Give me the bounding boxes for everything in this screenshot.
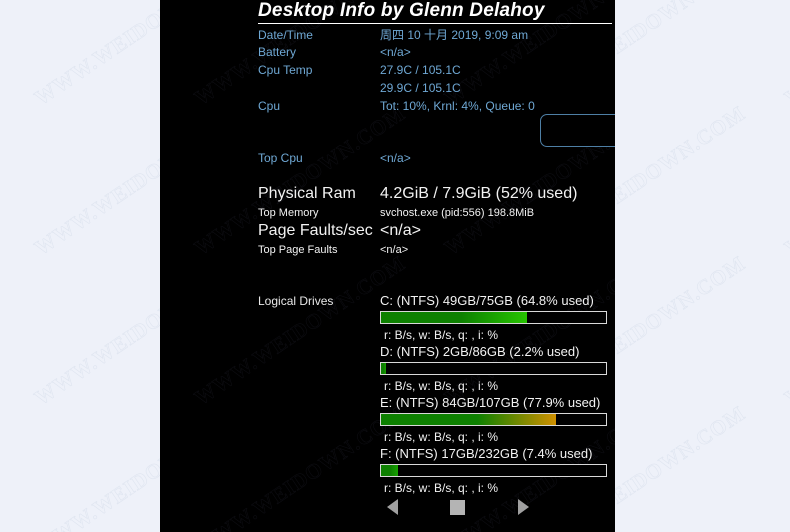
drive-entry-d[interactable]: D: (NTFS) 2GB/86GB (2.2% used) r: B/s, w… xyxy=(380,343,610,394)
drive-title: C: (NTFS) 49GB/75GB (64.8% used) xyxy=(380,293,594,308)
drive-usage-bar xyxy=(380,413,607,426)
previous-page-button[interactable] xyxy=(380,497,404,517)
cpu-temp-value-core1: 27.9C / 105.1C xyxy=(380,63,461,77)
drive-title: E: (NTFS) 84GB/107GB (77.9% used) xyxy=(380,395,601,410)
row-cpu-temp-2: 29.9C / 105.1C xyxy=(160,80,615,98)
page-title: Desktop Info by Glenn Delahoy xyxy=(258,0,545,21)
watermark-text: WWW.WEIDOWN.COM xyxy=(780,101,790,261)
triangle-right-icon xyxy=(517,499,529,515)
top-memory-label: Top Memory xyxy=(258,207,319,219)
drive-io-stats: r: B/s, w: B/s, q: , i: % xyxy=(384,328,499,342)
cpu-temp-label: Cpu Temp xyxy=(258,63,313,77)
page-navigation xyxy=(380,496,535,518)
top-cpu-value: <n/a> xyxy=(380,151,411,165)
drive-title: F: (NTFS) 17GB/232GB (7.4% used) xyxy=(380,446,593,461)
desktop-info-panel: WWW.WEIDOWN.COM WWW.WEIDOWN.COM WWW.WEIDOW… xyxy=(160,0,615,532)
row-physical-ram: Physical Ram 4.2GiB / 7.9GiB (52% used) xyxy=(160,184,615,206)
drive-usage-bar xyxy=(380,362,607,375)
watermark-text: WWW.WEIDOWN.COM xyxy=(780,0,790,111)
cpu-temp-value-core2: 29.9C / 105.1C xyxy=(380,81,461,95)
datetime-value: 周四 10 十月 2019, 9:09 am xyxy=(380,28,529,42)
top-page-faults-value: <n/a> xyxy=(380,244,409,256)
drive-title: D: (NTFS) 2GB/86GB (2.2% used) xyxy=(380,344,580,359)
watermark-text: WWW.WEIDOWN.COM xyxy=(780,400,790,532)
row-page-faults: Page Faults/sec <n/a> xyxy=(160,221,615,243)
row-top-page-faults: Top Page Faults <n/a> xyxy=(160,243,615,261)
physical-ram-label: Physical Ram xyxy=(258,185,356,202)
watermark-text: WWW.WEIDOWN.COM xyxy=(780,251,790,411)
row-battery: Battery <n/a> xyxy=(160,44,615,62)
drive-usage-fill xyxy=(381,363,386,374)
row-cpu-temp: Cpu Temp 27.9C / 105.1C xyxy=(160,62,615,80)
drive-usage-fill xyxy=(381,414,557,425)
drive-io-stats: r: B/s, w: B/s, q: , i: % xyxy=(384,430,499,444)
page-faults-value: <n/a> xyxy=(380,222,421,239)
panel-title-block: Desktop Info by Glenn Delahoy xyxy=(258,0,613,24)
cpu-history-graph[interactable] xyxy=(540,114,615,147)
battery-label: Battery xyxy=(258,45,297,59)
datetime-label: Date/Time xyxy=(258,28,313,42)
row-datetime: Date/Time 周四 10 十月 2019, 9:09 am xyxy=(160,27,615,45)
drive-entry-e[interactable]: E: (NTFS) 84GB/107GB (77.9% used) r: B/s… xyxy=(380,394,610,445)
drive-usage-bar xyxy=(380,464,607,477)
drive-usage-bar xyxy=(380,311,607,324)
drive-entry-c[interactable]: C: (NTFS) 49GB/75GB (64.8% used) r: B/s,… xyxy=(380,292,610,343)
drive-usage-fill xyxy=(381,312,527,323)
drive-io-stats: r: B/s, w: B/s, q: , i: % xyxy=(384,379,499,393)
physical-ram-value: 4.2GiB / 7.9GiB (52% used) xyxy=(380,185,578,202)
battery-value: <n/a> xyxy=(380,45,411,59)
top-memory-value: svchost.exe (pid:556) 198.8MiB xyxy=(380,207,535,219)
row-top-cpu: Top Cpu <n/a> xyxy=(160,150,615,168)
drive-usage-fill xyxy=(381,465,398,476)
cpu-label: Cpu xyxy=(258,99,281,113)
square-stop-icon xyxy=(450,499,465,515)
drive-io-stats: r: B/s, w: B/s, q: , i: % xyxy=(384,481,499,495)
triangle-left-icon xyxy=(386,499,398,515)
cpu-value: Tot: 10%, Krnl: 4%, Queue: 0 xyxy=(380,99,535,113)
top-cpu-label: Top Cpu xyxy=(258,151,303,165)
title-divider xyxy=(258,23,612,24)
page-faults-label: Page Faults/sec xyxy=(258,222,373,239)
stop-button[interactable] xyxy=(446,497,470,517)
drive-entry-f[interactable]: F: (NTFS) 17GB/232GB (7.4% used) r: B/s,… xyxy=(380,445,610,496)
top-page-faults-label: Top Page Faults xyxy=(258,244,338,256)
logical-drives-label: Logical Drives xyxy=(258,294,334,308)
next-page-button[interactable] xyxy=(511,497,535,517)
